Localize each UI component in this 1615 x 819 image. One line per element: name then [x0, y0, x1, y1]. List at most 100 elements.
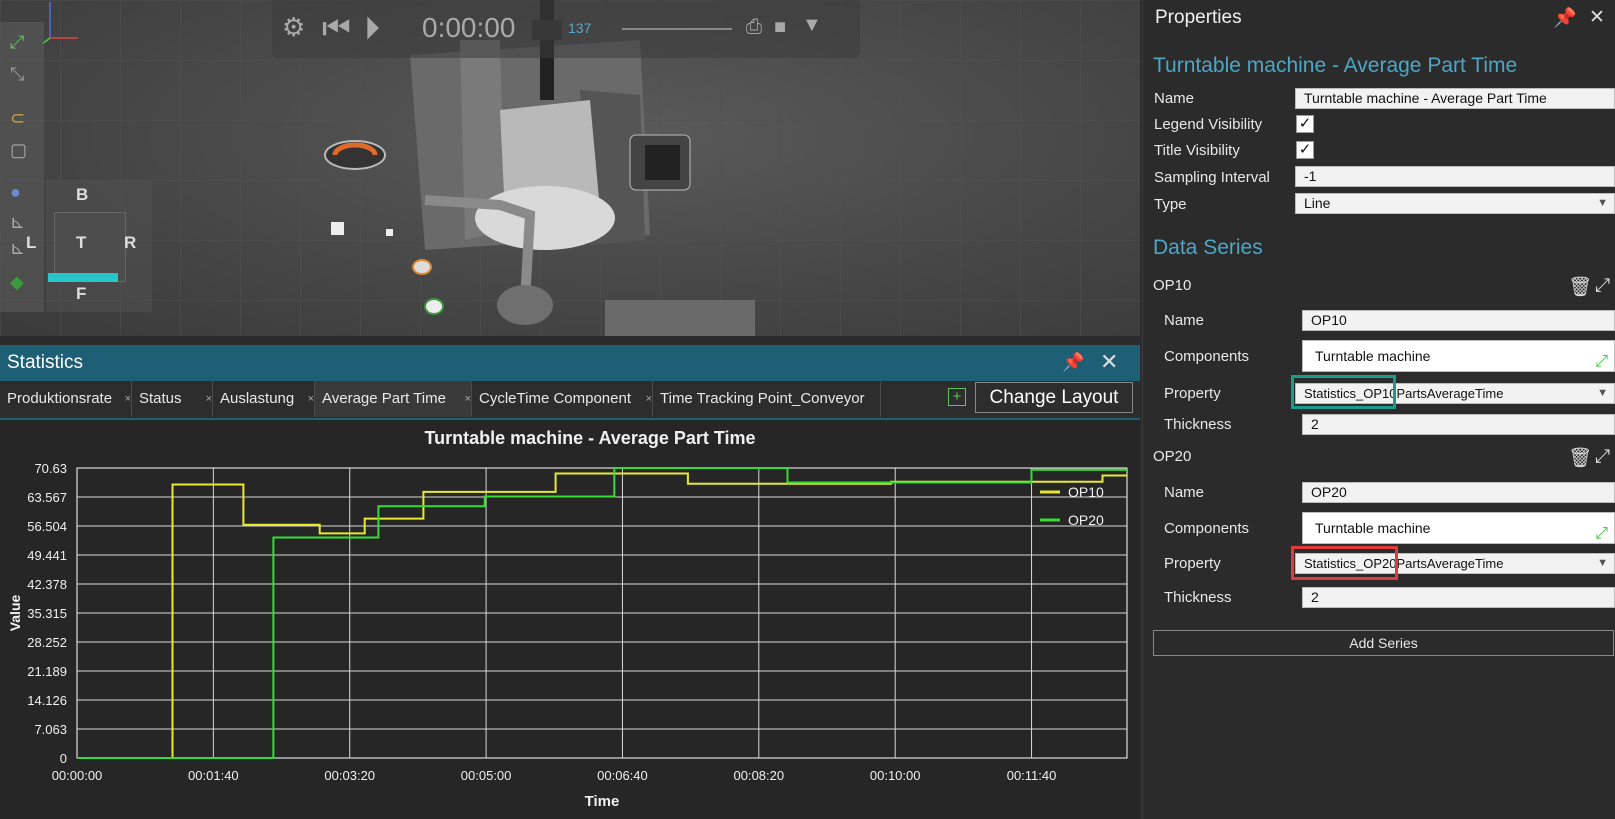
view-cube-left[interactable]: L: [26, 233, 36, 253]
tab-auslastung[interactable]: Auslastung ×: [213, 381, 315, 417]
tab-close-icon[interactable]: ×: [125, 381, 131, 417]
series-thickness-field[interactable]: 2: [1302, 587, 1615, 608]
type-dropdown[interactable]: Line ▼: [1295, 193, 1615, 214]
tab-label: Time Tracking Point_Conveyor: [660, 390, 865, 407]
fill-view-icon[interactable]: ⤡: [10, 64, 34, 86]
y-tick-label: 63.567: [27, 490, 67, 505]
rewind-icon[interactable]: ⏮: [322, 10, 351, 48]
y-axis-label: Value: [7, 595, 23, 632]
render-mode-icon[interactable]: ●: [10, 182, 34, 204]
view-cube-face[interactable]: [54, 212, 126, 282]
name-label: Name: [1154, 90, 1195, 107]
fit-view-icon[interactable]: ⤢: [10, 32, 34, 54]
close-icon[interactable]: ✕: [1589, 6, 1605, 29]
tab-average-part-time[interactable]: Average Part Time ×: [315, 381, 472, 417]
property-value: Statistics_OP20PartsAverageTime: [1304, 556, 1504, 571]
y-tick-label: 0: [60, 751, 67, 766]
pdf-export-icon[interactable]: ⎙: [746, 16, 762, 39]
tab-close-icon[interactable]: ×: [206, 381, 212, 417]
tab-close-icon[interactable]: ×: [308, 381, 314, 417]
series-thickness-label: Thickness: [1164, 416, 1232, 433]
tab-label: Auslastung: [220, 390, 295, 407]
y-tick-label: 7.063: [34, 722, 67, 737]
series-name-label: Name: [1164, 312, 1205, 329]
y-tick-label: 21.189: [27, 664, 67, 679]
sampling-interval-field[interactable]: -1: [1295, 166, 1615, 187]
line-chart: Turntable machine - Average Part Time 70…: [7, 428, 1128, 810]
view-cube-back[interactable]: B: [76, 185, 88, 205]
series-property-dropdown[interactable]: Statistics_OP10PartsAverageTime ▼: [1295, 383, 1615, 404]
play-icon[interactable]: ⏵: [364, 10, 380, 48]
series-header-op20: OP20: [1153, 448, 1192, 465]
view-cube-front[interactable]: F: [76, 284, 86, 304]
series-components-label: Components: [1164, 520, 1250, 537]
type-value: Line: [1304, 195, 1331, 211]
series-components-field[interactable]: Turntable machine ⤢: [1302, 340, 1615, 372]
series-thickness-field[interactable]: 2: [1302, 414, 1615, 435]
title-visibility-checkbox[interactable]: ✓: [1296, 141, 1314, 159]
view-cube-right[interactable]: R: [124, 233, 136, 253]
change-layout-button[interactable]: Change Layout: [975, 382, 1133, 413]
expand-icon[interactable]: ⤢: [1595, 519, 1608, 543]
x-tick-label: 00:08:20: [734, 768, 785, 783]
tab-status[interactable]: Status ×: [132, 381, 213, 417]
view-cube-top[interactable]: T: [76, 233, 86, 253]
expand-icon[interactable]: ⤢: [1595, 446, 1610, 468]
tab-produktionsrate[interactable]: Produktionsrate ×: [0, 381, 132, 417]
legend-visibility-checkbox[interactable]: ✓: [1296, 115, 1314, 133]
tab-close-icon[interactable]: ×: [646, 381, 652, 417]
view-cube[interactable]: B L T R F: [26, 180, 152, 312]
trash-icon[interactable]: 🗑: [1568, 446, 1592, 470]
filter-icon[interactable]: ▼: [802, 14, 822, 37]
add-tab-icon[interactable]: +: [948, 388, 966, 406]
chart-area: Turntable machine - Average Part Time 70…: [0, 418, 1140, 819]
properties-panel: Properties 📌 ✕ Turntable machine - Avera…: [1142, 0, 1615, 819]
y-tick-label: 28.252: [27, 635, 67, 650]
3d-viewport[interactable]: ⚙ ⏮ ⏵ 0:00:00 137 ⎙ ■ ▼ ⤢ ⤡ ⊂ ▢ ● ⊾ ⊾ ◆ …: [0, 0, 1140, 336]
x-ticks: 00:00:00 00:01:40 00:03:20 00:05:00 00:06:40…: [52, 768, 1057, 783]
property-value: Statistics_OP10PartsAverageTime: [1304, 386, 1504, 401]
series-name-label: Name: [1164, 484, 1205, 501]
expand-icon[interactable]: ⤢: [1595, 275, 1610, 297]
box-view-icon[interactable]: ▢: [10, 140, 34, 162]
chart-name-field[interactable]: Turntable machine - Average Part Time: [1295, 88, 1615, 109]
close-icon[interactable]: ✕: [1100, 349, 1118, 375]
tab-label: Status: [139, 390, 182, 407]
settings-gear-icon[interactable]: ⚙: [282, 12, 305, 43]
add-series-button[interactable]: Add Series: [1153, 630, 1614, 656]
video-record-icon[interactable]: ■: [774, 16, 786, 39]
series-components-field[interactable]: Turntable machine ⤢: [1302, 512, 1615, 544]
view-tools-bar: ⤢ ⤡ ⊂ ▢ ● ⊾ ⊾ ◆: [0, 22, 44, 312]
properties-header: Properties 📌 ✕: [1143, 0, 1615, 36]
part-cube[interactable]: [386, 229, 393, 236]
axis-view-icon[interactable]: ⊾: [10, 212, 34, 234]
title-visibility-label: Title Visibility: [1154, 142, 1240, 159]
speed-slider[interactable]: [622, 28, 732, 30]
expand-icon[interactable]: ⤢: [1595, 347, 1608, 371]
series-name-field[interactable]: OP10: [1302, 310, 1615, 331]
y-tick-label: 56.504: [27, 519, 67, 534]
series-property-dropdown[interactable]: Statistics_OP20PartsAverageTime ▼: [1295, 553, 1615, 574]
view-cube-front-edge[interactable]: [48, 273, 118, 282]
properties-title: Properties: [1155, 7, 1242, 28]
series-name-field[interactable]: OP20: [1302, 482, 1615, 503]
x-tick-label: 00:03:20: [324, 768, 375, 783]
series-header-op10: OP10: [1153, 277, 1192, 294]
chevron-down-icon: ▼: [1597, 197, 1608, 209]
x-tick-label: 00:00:00: [52, 768, 103, 783]
object-display-icon[interactable]: ◆: [10, 272, 34, 294]
pin-icon[interactable]: 📌: [1553, 6, 1577, 30]
coordinate-readout: 137: [568, 20, 592, 36]
measure-icon[interactable]: ⊂: [10, 108, 34, 130]
tab-cycletime-component[interactable]: CycleTime Component ×: [472, 381, 653, 417]
tab-time-tracking-point-conveyor[interactable]: Time Tracking Point_Conveyor: [653, 381, 881, 417]
tab-close-icon[interactable]: ×: [465, 381, 471, 417]
pin-icon[interactable]: 📌: [1062, 352, 1084, 373]
trash-icon[interactable]: 🗑: [1568, 275, 1592, 299]
playback-time: 0:00:00: [422, 12, 516, 43]
y-tick-label: 49.441: [27, 548, 67, 563]
y-tick-label: 35.315: [27, 606, 67, 621]
marker-icon: [412, 259, 432, 275]
part-cube[interactable]: [331, 222, 344, 235]
statistics-panel-title: Statistics: [7, 352, 84, 373]
